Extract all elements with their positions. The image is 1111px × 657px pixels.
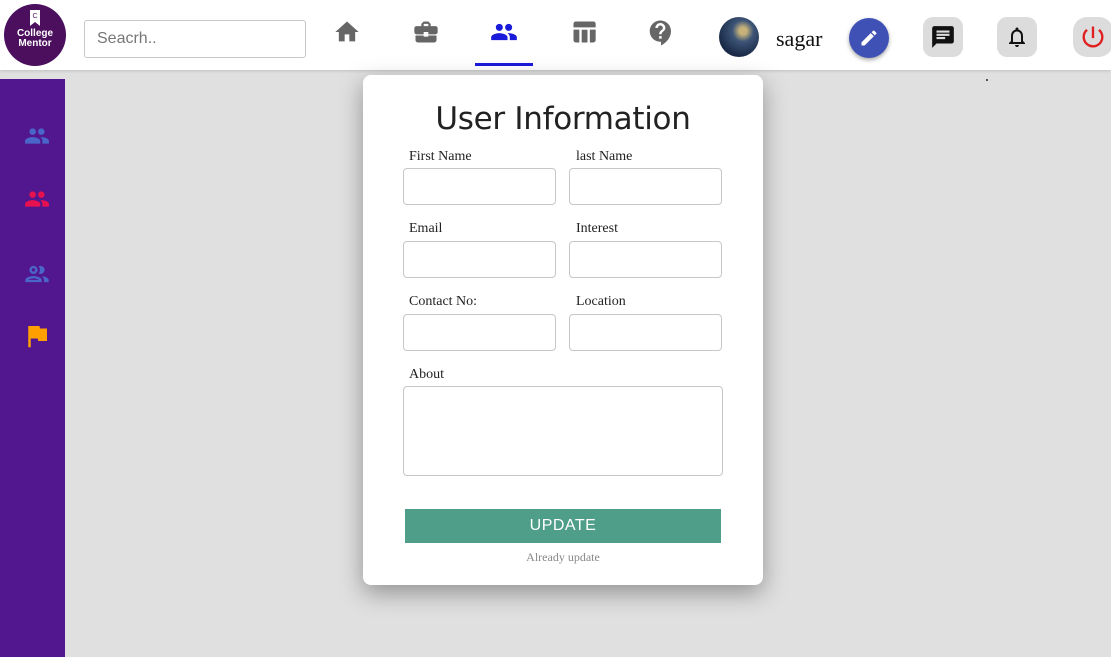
about-label: About (409, 367, 444, 382)
pencil-icon (861, 30, 877, 46)
contact-field[interactable] (403, 314, 556, 351)
user-information-card: User Information First Name last Name Em… (363, 75, 763, 585)
bell-icon (1009, 27, 1025, 47)
svg-text:C: C (32, 13, 37, 20)
logout-button[interactable] (1073, 17, 1111, 57)
location-field[interactable] (569, 314, 722, 351)
nav-people[interactable] (475, 14, 533, 66)
home-icon (335, 21, 359, 42)
interest-label: Interest (576, 221, 618, 236)
contact-label: Contact No: (409, 294, 478, 309)
table-icon (573, 21, 596, 43)
sidebar (0, 79, 65, 657)
top-navbar: C College Mentor sagar (0, 0, 1111, 70)
nav-jobs[interactable] (397, 14, 455, 66)
chat-icon (932, 26, 954, 48)
college-mentor-logo[interactable]: C College Mentor (4, 4, 66, 66)
nav-home[interactable] (318, 14, 376, 66)
about-textarea[interactable] (403, 386, 723, 476)
last-name-label: last Name (576, 149, 633, 164)
group-icon (25, 191, 49, 207)
avatar[interactable] (719, 17, 759, 57)
location-label: Location (576, 294, 626, 309)
sidebar-item-members[interactable] (18, 184, 56, 214)
power-icon (1082, 26, 1104, 48)
form-title: User Information (435, 101, 691, 137)
sidebar-item-groups[interactable] (18, 121, 56, 151)
sidebar-item-friends[interactable] (18, 259, 56, 289)
email-label: Email (409, 221, 443, 236)
update-button[interactable]: UPDATE (405, 509, 721, 543)
first-name-label: First Name (409, 149, 472, 164)
group-outline-icon (25, 265, 49, 283)
search-input[interactable] (84, 20, 306, 58)
logo-text-line2: Mentor (18, 38, 52, 49)
people-icon (491, 23, 517, 41)
sidebar-item-reports[interactable] (18, 321, 56, 351)
email-field[interactable] (403, 241, 556, 278)
briefcase-icon (414, 21, 438, 43)
nav-help[interactable] (632, 14, 690, 66)
status-note: Already update (526, 550, 600, 564)
interest-field[interactable] (569, 241, 722, 278)
edit-button[interactable] (849, 18, 889, 58)
last-name-field[interactable] (569, 168, 722, 205)
nav-table[interactable] (555, 14, 613, 66)
group-icon (25, 128, 49, 144)
help-icon (649, 20, 671, 46)
stray-dot (986, 79, 988, 81)
username: sagar (776, 26, 823, 51)
messages-button[interactable] (923, 17, 963, 57)
flag-icon (28, 326, 47, 348)
first-name-field[interactable] (403, 168, 556, 205)
bookmark-badge-icon: C (30, 10, 40, 26)
notifications-button[interactable] (997, 17, 1037, 57)
